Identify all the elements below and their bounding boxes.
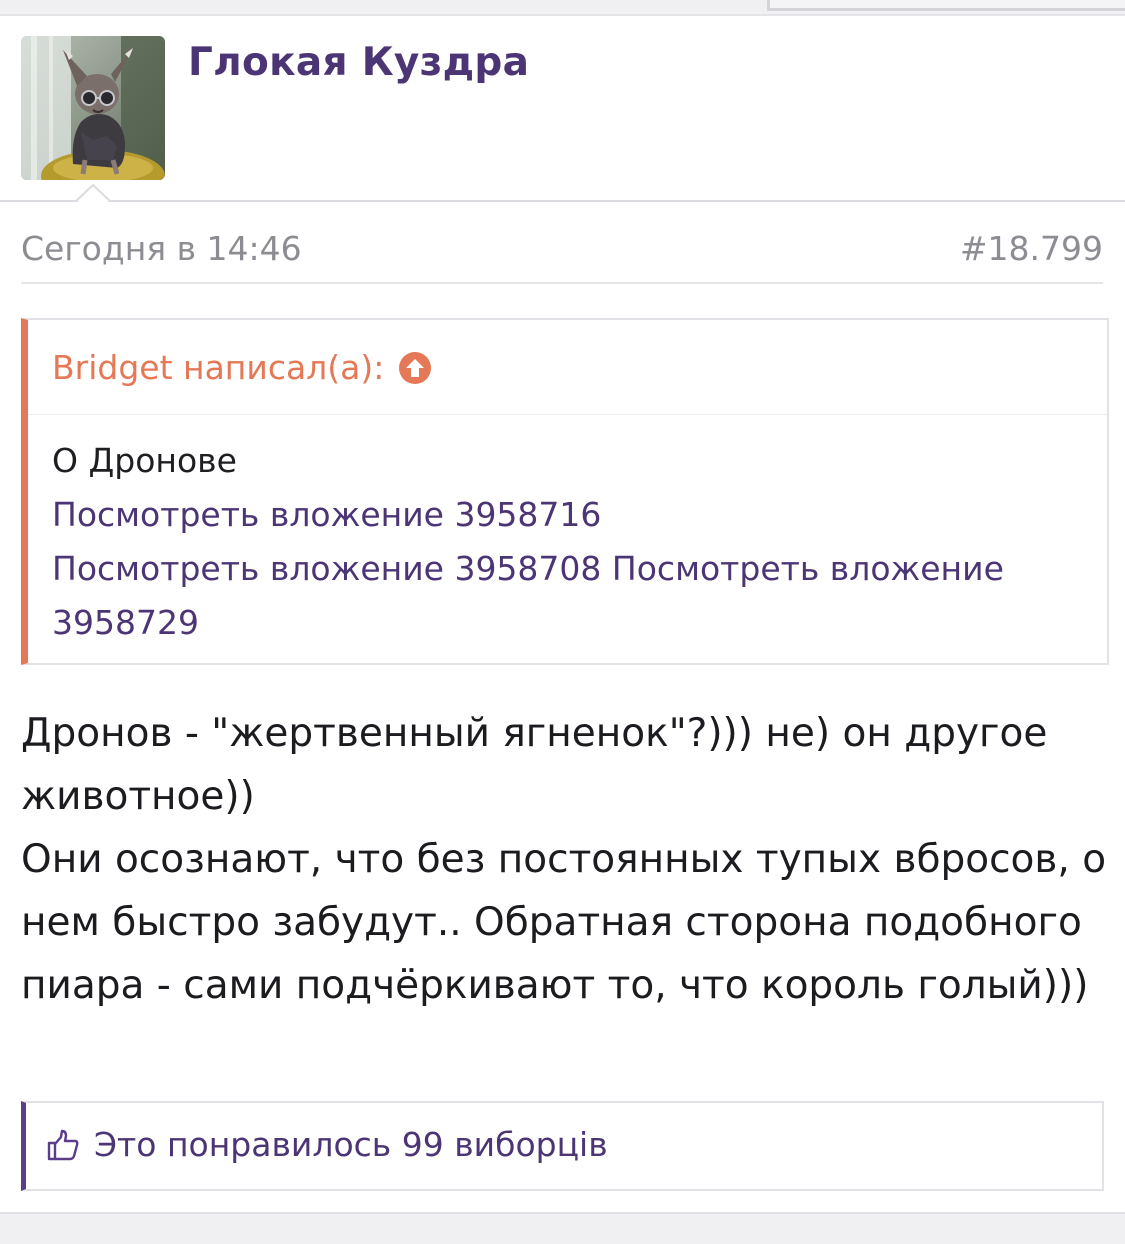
message-paragraph-1: Дронов - "жертвенный ягненок"?))) не) он… xyxy=(21,711,1048,819)
message-body: Дронов - "жертвенный ягненок"?))) не) он… xyxy=(21,702,1111,1017)
quote-author-label[interactable]: Bridget написал(а): xyxy=(52,348,384,387)
meta-divider xyxy=(21,282,1103,284)
thumbs-up-icon[interactable] xyxy=(46,1128,80,1162)
author-name[interactable]: Глокая Куздра xyxy=(188,40,529,85)
header-divider xyxy=(0,200,1125,202)
attachment-link-1[interactable]: Посмотреть вложение 3958716 xyxy=(52,495,601,534)
quote-header[interactable]: Bridget написал(а): xyxy=(52,348,432,387)
likes-text[interactable]: Это понравилось 99 виборців xyxy=(94,1125,608,1164)
arrow-up-circle-icon[interactable] xyxy=(398,351,432,385)
quote-text: О Дронове xyxy=(52,441,237,480)
top-strip xyxy=(0,0,1125,16)
post-date[interactable]: Сегодня в 14:46 xyxy=(21,229,302,268)
quote-body: О Дронове Посмотреть вложение 3958716 По… xyxy=(52,434,1092,650)
quote-block: Bridget написал(а): О Дронове Посмотреть… xyxy=(21,318,1109,665)
message-paragraph-2: Они осознают, что без постоянных тупых в… xyxy=(21,837,1107,1008)
sphynx-cat-avatar-icon xyxy=(21,36,165,180)
top-tab-edge xyxy=(767,0,1125,11)
quote-divider xyxy=(28,414,1107,415)
likes-bar: Это понравилось 99 виборців xyxy=(21,1101,1104,1191)
author-avatar[interactable] xyxy=(21,36,165,180)
forum-post: Глокая Куздра Сегодня в 14:46 #18.799 Br… xyxy=(0,16,1125,1212)
header-notch xyxy=(76,184,111,204)
post-number[interactable]: #18.799 xyxy=(960,229,1103,268)
attachment-link-2[interactable]: Посмотреть вложение 3958708 xyxy=(52,549,601,588)
bottom-strip xyxy=(0,1212,1125,1244)
